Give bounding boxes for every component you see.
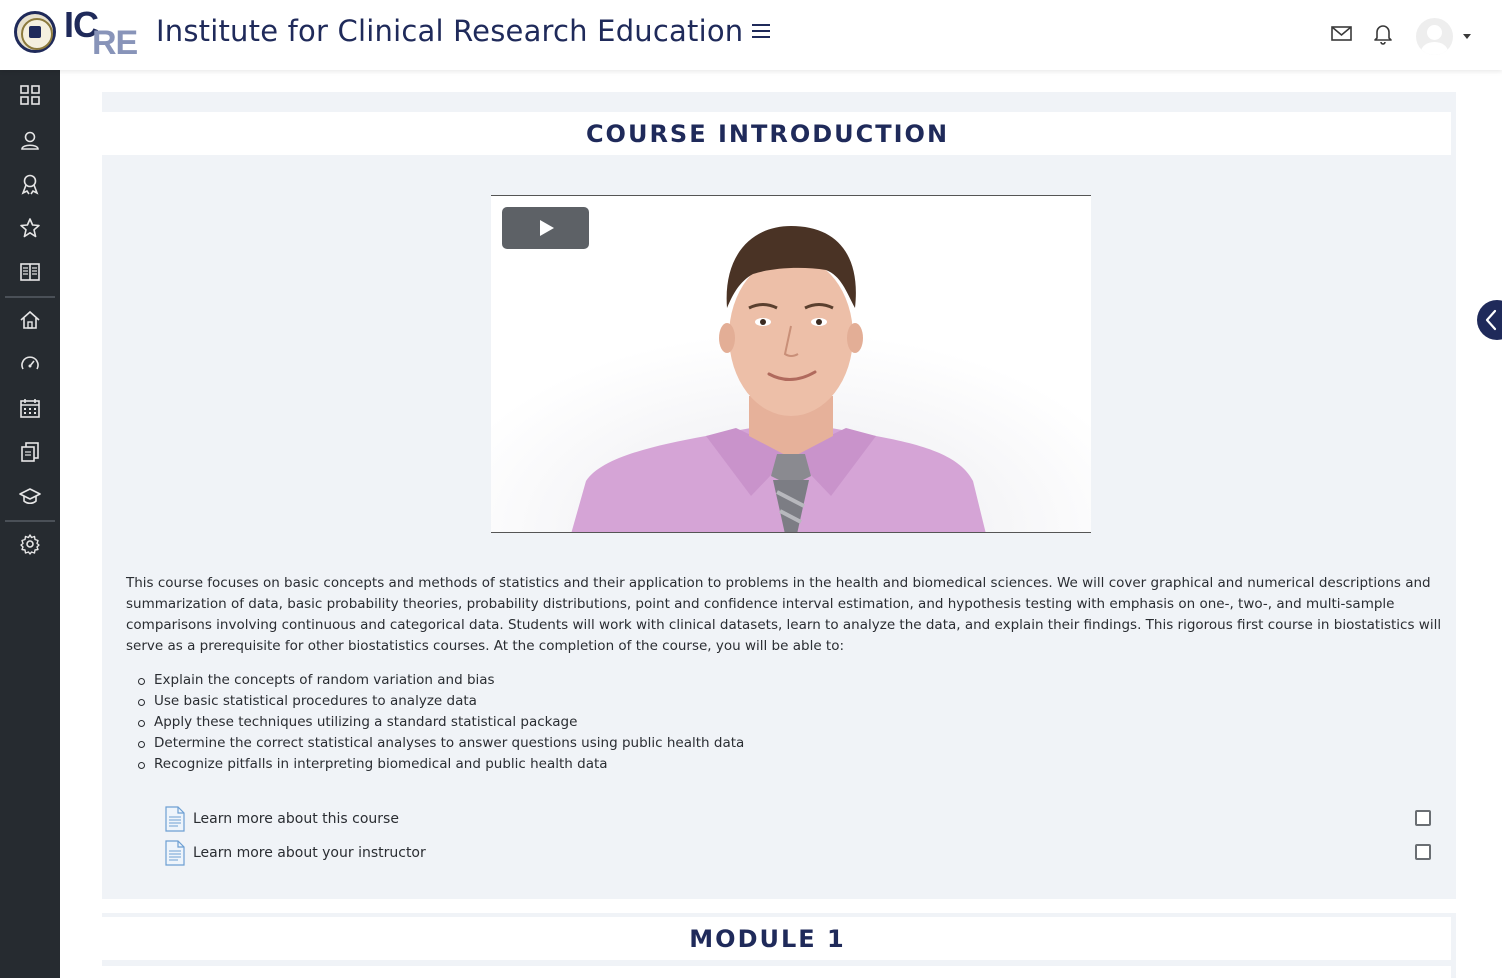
list-item: Use basic statistical procedures to anal… xyxy=(138,691,1154,712)
gear-icon[interactable] xyxy=(17,531,43,557)
university-seal-logo xyxy=(14,11,56,53)
rail-divider xyxy=(5,296,55,298)
star-icon[interactable] xyxy=(17,215,43,241)
hamburger-icon[interactable] xyxy=(752,24,774,44)
module-header: MODULE 1 xyxy=(84,917,1451,960)
graduation-cap-icon[interactable] xyxy=(17,483,43,509)
list-item: Explain the concepts of random variation… xyxy=(138,670,1154,691)
learn-more-course-link[interactable]: Learn more about this course xyxy=(193,811,399,827)
user-avatar[interactable] xyxy=(1416,18,1453,55)
section-title[interactable]: COURSE INTRODUCTION xyxy=(84,120,1451,148)
home-icon[interactable] xyxy=(17,307,43,333)
list-item: Recognize pitfalls in interpreting biome… xyxy=(138,754,1154,775)
course-index-drawer-toggle[interactable] xyxy=(1477,300,1502,340)
envelope-icon[interactable] xyxy=(1328,20,1356,48)
course-description: This course focuses on basic concepts an… xyxy=(126,575,1442,654)
calendar-icon[interactable] xyxy=(17,395,43,421)
users-icon[interactable] xyxy=(17,127,43,153)
top-navbar: IC RE Institute for Clinical Research Ed… xyxy=(0,0,1502,70)
user-menu-caret-icon[interactable] xyxy=(1463,34,1471,39)
document-icon xyxy=(165,840,185,866)
list-item: Determine the correct statistical analys… xyxy=(138,733,1154,754)
gauge-icon[interactable] xyxy=(17,351,43,377)
section-header: COURSE INTRODUCTION xyxy=(84,112,1451,155)
intro-video-player[interactable] xyxy=(491,195,1091,533)
left-nav-rail xyxy=(0,70,60,978)
site-title[interactable]: Institute for Clinical Research Educatio… xyxy=(156,14,743,48)
logo-text-re: RE xyxy=(92,24,138,62)
bell-icon[interactable] xyxy=(1369,20,1397,48)
document-icon xyxy=(165,806,185,832)
files-icon[interactable] xyxy=(17,439,43,465)
activity-learn-course: Learn more about this course xyxy=(164,806,1436,834)
icre-logo[interactable]: IC RE xyxy=(62,4,146,62)
dashboard-grid-icon[interactable] xyxy=(17,82,43,108)
list-item: Apply these techniques utilizing a stand… xyxy=(138,712,1154,733)
chevron-left-icon xyxy=(1485,309,1497,331)
badge-award-icon[interactable] xyxy=(17,171,43,197)
module-body-top xyxy=(84,966,1451,978)
module-title[interactable]: MODULE 1 xyxy=(84,925,1451,953)
activity-learn-instructor: Learn more about your instructor xyxy=(164,840,1436,868)
learn-more-instructor-link[interactable]: Learn more about your instructor xyxy=(193,845,426,861)
book-icon[interactable] xyxy=(17,259,43,285)
completion-checkbox[interactable] xyxy=(1415,844,1431,860)
play-button[interactable] xyxy=(502,207,589,249)
completion-checkbox[interactable] xyxy=(1415,810,1431,826)
learning-objectives-list: Explain the concepts of random variation… xyxy=(138,670,1154,775)
rail-divider xyxy=(5,520,55,522)
